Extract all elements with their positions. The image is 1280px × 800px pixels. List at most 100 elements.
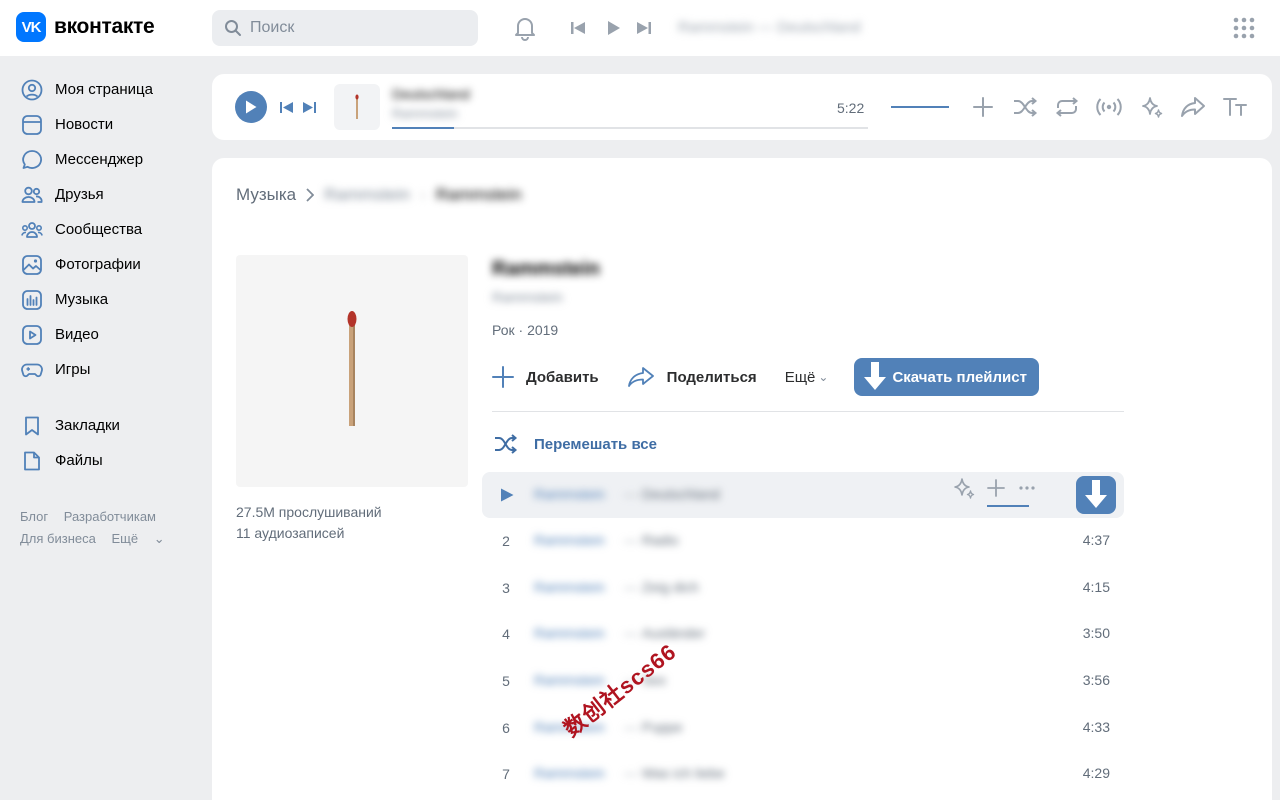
track-artist[interactable]: Rammstein: [534, 765, 616, 781]
track-duration: 4:29: [1082, 765, 1110, 782]
track-separator: —: [624, 578, 638, 595]
download-arrow-icon: [1085, 480, 1107, 508]
album-track-count: 11 аудиозаписей: [236, 525, 345, 541]
nav-item-news[interactable]: Новости: [20, 107, 200, 142]
track-row-1[interactable]: Rammstein — Deutschland: [482, 472, 1124, 518]
album-cover[interactable]: [236, 255, 468, 487]
footer-links: Блог Разработчикам Для бизнеса Ещё ⌄: [20, 506, 189, 550]
shuffle-all-button[interactable]: Перемешать все: [494, 434, 657, 454]
breadcrumb-artist[interactable]: Rammstein: [324, 185, 410, 205]
next-track-icon[interactable]: [303, 101, 316, 114]
track-title[interactable]: Zeig dich: [642, 579, 699, 595]
nav-item-games[interactable]: Игры: [20, 352, 200, 387]
nav-label: Игры: [55, 361, 91, 378]
nav-item-my-page[interactable]: Моя страница: [20, 72, 200, 107]
player-track-title[interactable]: Deutschland: [392, 86, 484, 102]
track-row-5[interactable]: 5 Rammstein — Sex 3:56: [482, 658, 1124, 705]
more-dropdown[interactable]: Ещё ⌄: [785, 369, 829, 386]
track-row-3[interactable]: 3 Rammstein — Zeig dich 4:15: [482, 565, 1124, 612]
share-button[interactable]: Поделиться: [627, 366, 757, 388]
nav-item-friends[interactable]: Друзья: [20, 177, 200, 212]
file-icon: [24, 451, 40, 470]
track-title[interactable]: Puppe: [642, 719, 682, 735]
share-icon[interactable]: [1180, 96, 1206, 118]
player-progress-fill: [392, 127, 454, 129]
add-label: Добавить: [526, 368, 599, 386]
nav-item-files[interactable]: Файлы: [20, 443, 200, 478]
video-icon: [22, 324, 42, 345]
player-track-artist[interactable]: Rammstein: [392, 106, 470, 121]
player-time: 5:22: [837, 100, 865, 116]
shuffle-icon[interactable]: [1012, 96, 1038, 118]
nav-item-bookmarks[interactable]: Закладки: [20, 408, 200, 443]
nav-label: Сообщества: [55, 221, 143, 238]
broadcast-icon[interactable]: [1096, 96, 1122, 118]
footer-link-business[interactable]: Для бизнеса: [20, 531, 96, 546]
track-separator: —: [624, 718, 638, 735]
track-artist[interactable]: Rammstein: [534, 486, 616, 502]
track-download-button[interactable]: [1076, 476, 1116, 514]
left-nav: Моя страница Новости Мессенджер Друзья С…: [20, 72, 200, 478]
share-icon: [627, 367, 654, 387]
search-input[interactable]: Поиск: [212, 10, 478, 46]
sparkle-icon[interactable]: [1140, 95, 1164, 119]
footer-link-developers[interactable]: Разработчикам: [64, 509, 156, 524]
track-title[interactable]: Was ich liebe: [642, 765, 725, 781]
track-row-4[interactable]: 4 Rammstein — Ausländer 3:50: [482, 611, 1124, 658]
next-track-icon[interactable]: [636, 20, 652, 36]
album-actions: Добавить Поделиться Ещё ⌄ Скачать плейли…: [492, 358, 1039, 396]
track-artist[interactable]: Rammstein: [534, 625, 616, 641]
play-icon[interactable]: [605, 20, 621, 36]
track-title[interactable]: Radio: [642, 532, 679, 548]
track-number: 4: [502, 626, 510, 643]
more-dots-icon[interactable]: [1018, 485, 1036, 491]
footer-link-more[interactable]: Ещё ⌄: [111, 531, 176, 546]
album-artist[interactable]: Rammstein: [492, 289, 563, 305]
previous-track-icon[interactable]: [570, 20, 586, 36]
footer-more-label: Ещё: [111, 531, 139, 546]
breadcrumb-music[interactable]: Музыка: [236, 185, 296, 205]
volume-slider[interactable]: [891, 106, 949, 108]
player-album-thumb: [334, 84, 380, 130]
track-row-7[interactable]: 7 Rammstein — Was ich liebe 4:29: [482, 751, 1124, 798]
player-play-button[interactable]: [235, 91, 267, 123]
user-circle-icon: [21, 79, 43, 100]
nav-item-photos[interactable]: Фотографии: [20, 247, 200, 282]
footer-link-blog[interactable]: Блог: [20, 509, 48, 524]
vk-logo[interactable]: VK вконтакте: [16, 12, 155, 42]
track-progress-line: [987, 505, 1029, 507]
track-title[interactable]: Deutschland: [642, 486, 720, 502]
add-button[interactable]: Добавить: [492, 366, 599, 388]
photo-icon: [22, 254, 42, 275]
play-icon[interactable]: [500, 488, 514, 502]
album-plays: 27.5M прослушиваний: [236, 504, 382, 520]
nav-item-video[interactable]: Видео: [20, 317, 200, 352]
track-title[interactable]: Ausländer: [642, 625, 705, 641]
track-artist[interactable]: Rammstein: [534, 579, 616, 595]
player-progress-bar[interactable]: [392, 127, 868, 129]
repeat-icon[interactable]: [1054, 96, 1080, 118]
game-icon: [21, 363, 43, 377]
previous-track-icon[interactable]: [280, 101, 293, 114]
shuffle-icon: [495, 434, 518, 454]
nav-item-messenger[interactable]: Мессенджер: [20, 142, 200, 177]
add-icon[interactable]: [972, 96, 994, 118]
apps-grid-icon[interactable]: [1233, 17, 1255, 39]
audio-player: Deutschland Rammstein 5:22: [212, 74, 1272, 140]
track-row-2[interactable]: 2 Rammstein — Radio 4:37: [482, 518, 1124, 565]
sparkle-icon[interactable]: [952, 476, 976, 500]
nav-item-music[interactable]: Музыка: [20, 282, 200, 317]
track-duration: 3:50: [1082, 625, 1110, 642]
track-separator: —: [624, 486, 638, 502]
bell-icon[interactable]: [513, 15, 537, 41]
nav-item-communities[interactable]: Сообщества: [20, 212, 200, 247]
nav-label: Друзья: [55, 186, 104, 203]
header-now-playing[interactable]: Rammstein — Deutschland: [678, 19, 882, 37]
track-artist[interactable]: Rammstein: [534, 532, 616, 548]
download-playlist-button[interactable]: Скачать плейлист: [854, 358, 1039, 396]
lyrics-text-icon[interactable]: [1222, 96, 1248, 118]
top-header: VK вконтакте Поиск Rammstein — Deutschla…: [0, 0, 1280, 56]
track-number: 2: [502, 533, 510, 549]
divider: [492, 411, 1124, 412]
add-icon[interactable]: [986, 478, 1006, 498]
